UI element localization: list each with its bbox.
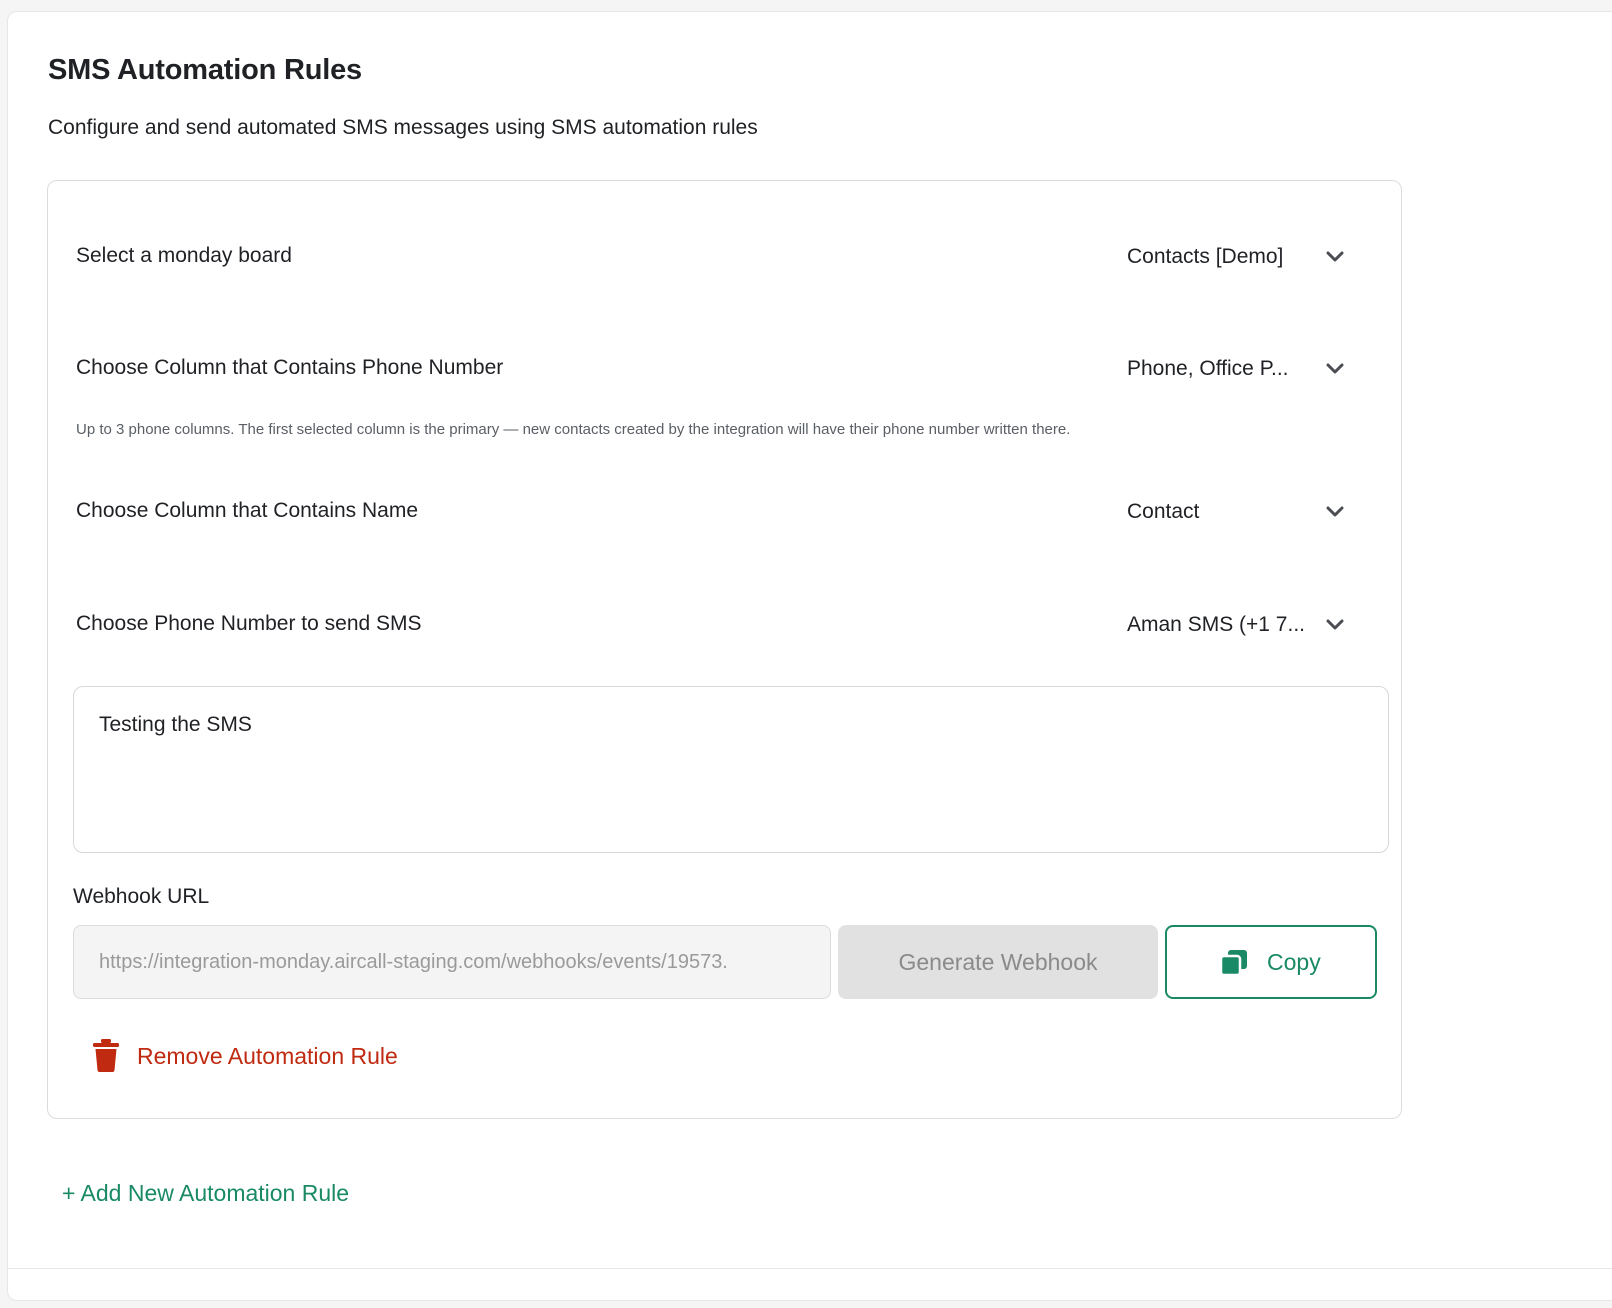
phone-column-label: Choose Column that Contains Phone Number bbox=[76, 356, 504, 379]
phone-column-helper-text: Up to 3 phone columns. The first selecte… bbox=[76, 421, 1071, 438]
remove-automation-rule-button[interactable]: Remove Automation Rule bbox=[93, 1037, 433, 1077]
sms-message-textarea[interactable]: Testing the SMS bbox=[73, 686, 1389, 853]
sender-number-label: Choose Phone Number to send SMS bbox=[76, 612, 422, 635]
board-select[interactable]: Contacts [Demo] bbox=[1127, 237, 1357, 277]
page-subtitle: Configure and send automated SMS message… bbox=[48, 116, 758, 139]
board-select-value: Contacts [Demo] bbox=[1127, 245, 1284, 268]
trash-icon bbox=[93, 1039, 119, 1072]
chevron-down-icon bbox=[1326, 506, 1344, 517]
phone-column-select[interactable]: Phone, Office P... bbox=[1127, 349, 1357, 389]
copy-webhook-button[interactable]: Copy bbox=[1165, 925, 1377, 999]
chevron-down-icon bbox=[1326, 251, 1344, 262]
automation-rule-card: Select a monday board Contacts [Demo] Ch… bbox=[47, 180, 1402, 1119]
sender-number-select[interactable]: Aman SMS (+1 7... bbox=[1127, 605, 1357, 645]
chevron-down-icon bbox=[1326, 619, 1344, 630]
copy-icon bbox=[1219, 950, 1247, 977]
page-title: SMS Automation Rules bbox=[48, 54, 362, 86]
webhook-url-input[interactable] bbox=[73, 925, 831, 999]
generate-webhook-button[interactable]: Generate Webhook bbox=[838, 925, 1158, 999]
sender-number-select-value: Aman SMS (+1 7... bbox=[1127, 613, 1305, 636]
chevron-down-icon bbox=[1326, 363, 1344, 374]
copy-button-label: Copy bbox=[1267, 949, 1321, 975]
name-column-label: Choose Column that Contains Name bbox=[76, 499, 419, 522]
phone-column-select-value: Phone, Office P... bbox=[1127, 357, 1289, 380]
automation-panel: SMS Automation Rules Configure and send … bbox=[7, 11, 1612, 1301]
name-column-select-value: Contact bbox=[1127, 500, 1200, 523]
add-automation-rule-link[interactable]: + Add New Automation Rule bbox=[62, 1180, 349, 1207]
board-select-label: Select a monday board bbox=[76, 244, 292, 267]
name-column-select[interactable]: Contact bbox=[1127, 492, 1357, 532]
webhook-url-label: Webhook URL bbox=[73, 885, 210, 908]
remove-rule-label: Remove Automation Rule bbox=[137, 1043, 398, 1069]
bottom-divider bbox=[8, 1268, 1612, 1269]
